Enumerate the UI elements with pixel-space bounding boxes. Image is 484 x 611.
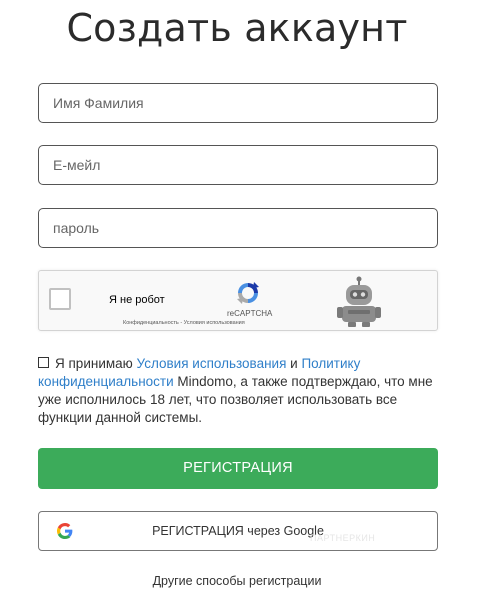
recaptcha-label: Я не робот (109, 294, 165, 306)
password-input[interactable] (38, 208, 438, 248)
robot-icon (337, 276, 381, 327)
recaptcha-privacy-links[interactable]: Конфиденциальность - Условия использован… (123, 320, 245, 326)
terms-agreement: Я принимаю Условия использования и Полит… (38, 355, 438, 427)
page-title: Создать аккаунт (66, 6, 408, 50)
full-name-input[interactable] (38, 83, 438, 123)
recaptcha-widget: Я не робот reCAPTCHA Конфиденциальность … (38, 270, 438, 331)
terms-link[interactable]: Условия использования (137, 356, 287, 371)
register-button[interactable]: РЕГИСТРАЦИЯ (38, 448, 438, 489)
agree-text-1: Я принимаю (55, 356, 133, 371)
google-g-icon (57, 523, 73, 539)
other-signup-methods-link[interactable]: Другие способы регистрации (0, 574, 474, 588)
watermark: ПАРТНЕРКИН (310, 533, 376, 543)
email-input[interactable] (38, 145, 438, 185)
agree-text-2: и (290, 356, 298, 371)
google-register-button[interactable]: РЕГИСТРАЦИЯ через Google (38, 511, 438, 551)
google-register-label: РЕГИСТРАЦИЯ через Google (152, 524, 324, 538)
recaptcha-logo-icon (237, 282, 259, 304)
recaptcha-brand: reCAPTCHA (227, 309, 273, 318)
recaptcha-checkbox[interactable] (49, 288, 71, 310)
agree-checkbox[interactable] (38, 357, 49, 368)
